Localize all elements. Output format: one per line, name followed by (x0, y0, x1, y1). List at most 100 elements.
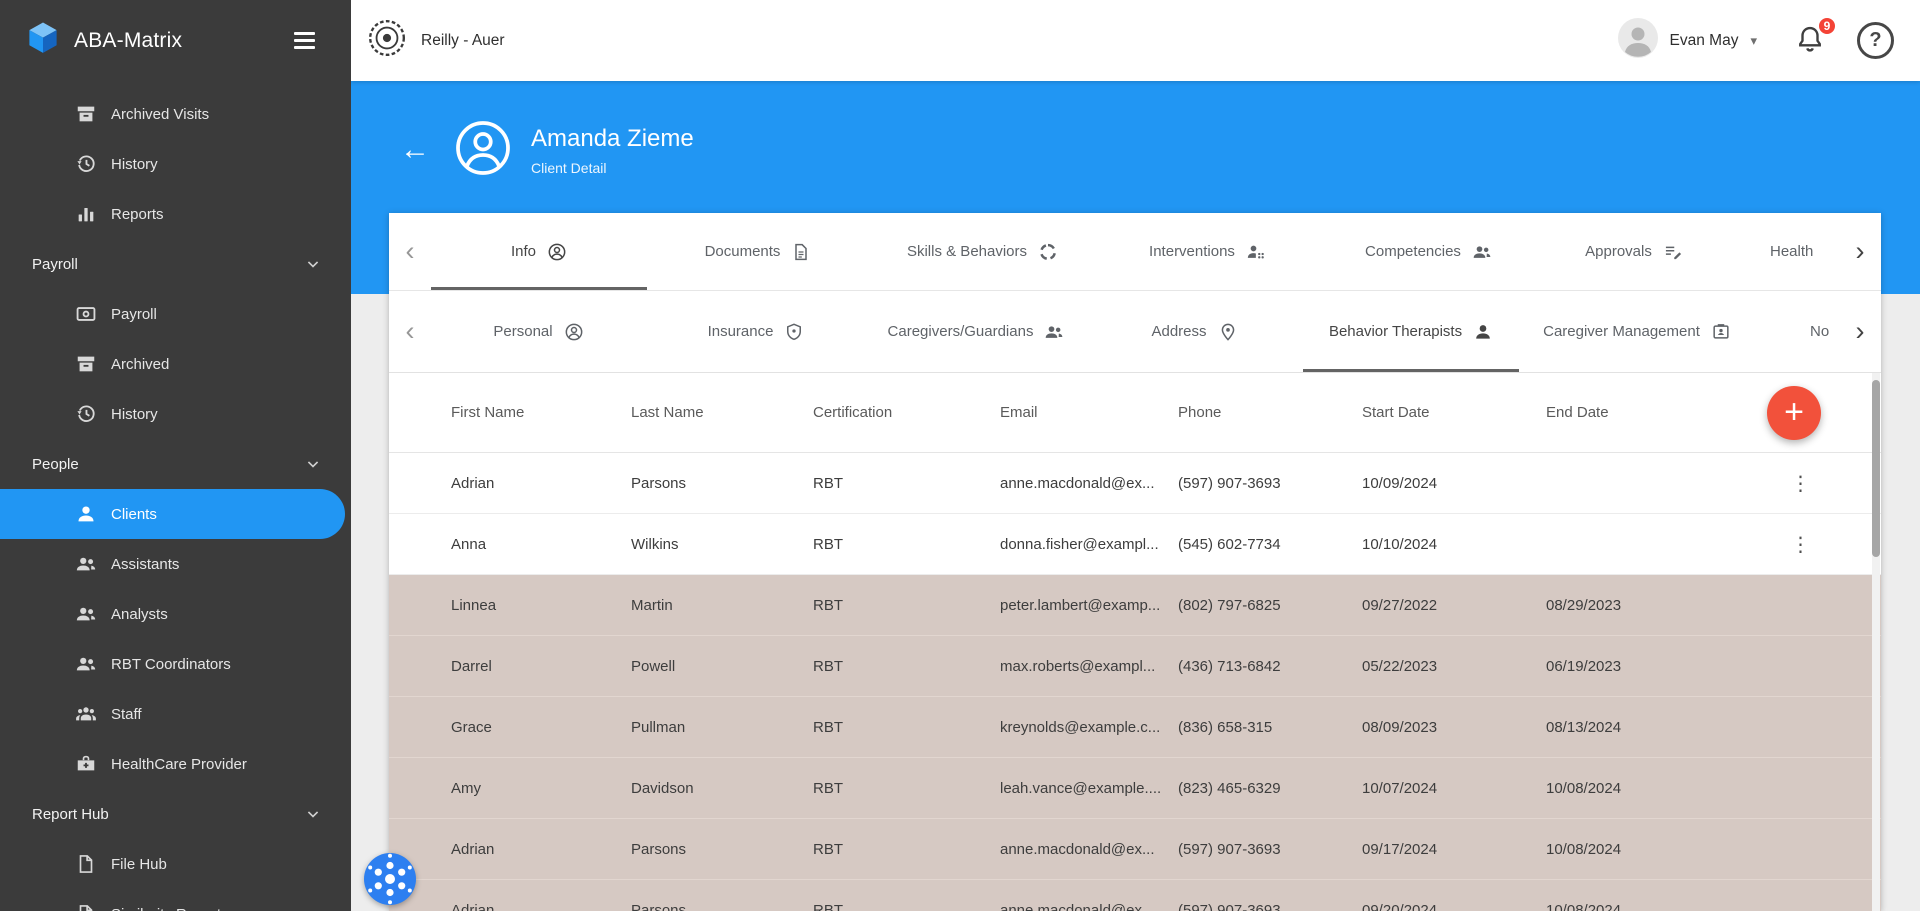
tab-info[interactable]: Info (431, 213, 647, 290)
subtab-caregivers-guardians[interactable]: Caregivers/Guardians (866, 291, 1086, 372)
subtab-address[interactable]: Address (1086, 291, 1303, 372)
table-row[interactable]: Grace Pullman RBT kreynolds@example.c...… (389, 697, 1881, 758)
cell-end-date: 08/29/2023 (1546, 596, 1622, 614)
main-tab-bar: ‹ Info Documents Skills & Behaviors Inte… (389, 213, 1881, 291)
sidebar-item-label: Archived (111, 355, 170, 373)
cell-certification: RBT (813, 535, 843, 553)
sidebar-item-similarity-report[interactable]: Similarity Report (0, 889, 351, 911)
payments-icon (74, 303, 98, 325)
sidebar-item-history[interactable]: History (0, 139, 351, 189)
subtab-insurance[interactable]: Insurance (646, 291, 866, 372)
table-row[interactable]: Linnea Martin RBT peter.lambert@examp...… (389, 575, 1881, 636)
bar-chart-icon (74, 203, 98, 225)
organization-name: Reilly - Auer (421, 31, 505, 49)
sidebar-item-rbt-coordinators[interactable]: RBT Coordinators (0, 639, 351, 689)
sidebar-item-file-hub[interactable]: File Hub (0, 839, 351, 889)
subtabs-scroll-right-button[interactable]: › (1839, 291, 1881, 372)
person-icon (1473, 322, 1493, 342)
tabs-scroll-left-button[interactable]: ‹ (389, 213, 431, 290)
chat-widget-button[interactable] (362, 851, 418, 907)
menu-icon[interactable] (290, 28, 319, 52)
table-row[interactable]: Darrel Powell RBT max.roberts@exampl... … (389, 636, 1881, 697)
subtab-personal[interactable]: Personal (431, 291, 646, 372)
col-first-name: First Name (451, 404, 525, 421)
cell-phone: (823) 465-6329 (1178, 779, 1281, 797)
cell-email: anne.macdonald@ex... (1000, 474, 1155, 492)
sidebar-item-healthcare-provider[interactable]: HealthCare Provider (0, 739, 351, 789)
cell-end-date: 06/19/2023 (1546, 657, 1622, 675)
sidebar-section-people[interactable]: People (0, 439, 351, 489)
cell-start-date: 10/09/2024 (1362, 474, 1438, 492)
table-row[interactable]: Adrian Parsons RBT anne.macdonald@ex... … (389, 880, 1881, 911)
table-row[interactable]: Amy Davidson RBT leah.vance@example.... … (389, 758, 1881, 819)
chevron-down-icon: ▾ (1750, 32, 1757, 48)
active-tab-indicator (431, 287, 647, 290)
tab-label: Skills & Behaviors (906, 243, 1028, 260)
tab-health[interactable]: Health (1730, 213, 1851, 290)
cell-first-name: Grace (451, 718, 492, 736)
sub-tabs: Personal Insurance Caregivers/Guardians (431, 291, 1851, 372)
sidebar-item-analysts[interactable]: Analysts (0, 589, 351, 639)
sidebar-section-payroll[interactable]: Payroll (0, 239, 351, 289)
col-end-date: End Date (1546, 404, 1609, 421)
cell-start-date: 09/20/2024 (1362, 901, 1438, 911)
person-circle-icon (564, 322, 584, 342)
tabs-scroll-right-button[interactable]: › (1839, 213, 1881, 290)
sidebar-item-clients[interactable]: Clients (0, 489, 345, 539)
notifications-button[interactable]: 9 (1791, 16, 1837, 61)
sidebar-item-payroll[interactable]: Payroll (0, 289, 351, 339)
user-avatar (1617, 18, 1658, 63)
row-menu-button[interactable]: ⋮ (1783, 465, 1819, 501)
sidebar-item-archived-visits[interactable]: Archived Visits (0, 89, 351, 139)
client-header: ← Amanda Zieme Client Detail (395, 111, 694, 189)
tab-label: Competencies (1365, 243, 1461, 260)
tab-label: Personal (493, 323, 553, 340)
table-row[interactable]: Adrian Parsons RBT anne.macdonald@ex... … (389, 819, 1881, 880)
tab-label: Health (1770, 243, 1814, 260)
cell-end-date: 10/08/2024 (1546, 779, 1622, 797)
cell-last-name: Davidson (631, 779, 694, 797)
tab-competencies[interactable]: Competencies (1319, 213, 1538, 290)
cell-start-date: 08/09/2023 (1362, 718, 1438, 736)
sidebar-item-assistants[interactable]: Assistants (0, 539, 351, 589)
table-row[interactable]: Adrian Parsons RBT anne.macdonald@ex... … (389, 453, 1881, 514)
cell-email: peter.lambert@examp... (1000, 596, 1161, 614)
sidebar-item-label: Archived Visits (111, 105, 210, 123)
table-row[interactable]: Anna Wilkins RBT donna.fisher@exampl... … (389, 514, 1881, 575)
user-menu[interactable]: Evan May ▾ (1612, 17, 1763, 64)
active-tab-indicator (1303, 369, 1519, 372)
sidebar-section-report-hub[interactable]: Report Hub (0, 789, 351, 839)
cell-start-date: 10/10/2024 (1362, 535, 1438, 553)
scrollbar-thumb[interactable] (1872, 380, 1880, 557)
sidebar-item-payroll-history[interactable]: History (0, 389, 351, 439)
sidebar-item-label: File Hub (111, 855, 167, 873)
document-icon (791, 242, 811, 262)
people-icon (1472, 242, 1492, 262)
back-button[interactable]: ← (395, 130, 435, 170)
sidebar-item-reports[interactable]: Reports (0, 189, 351, 239)
chevron-down-icon (303, 254, 323, 274)
cell-first-name: Adrian (451, 901, 495, 911)
behavior-therapists-table: First Name Last Name Certification Email… (389, 373, 1881, 911)
sidebar-item-staff[interactable]: Staff (0, 689, 351, 739)
sidebar-item-archived[interactable]: Archived (0, 339, 351, 389)
organization-seal-icon (367, 18, 407, 63)
tab-approvals[interactable]: Approvals (1538, 213, 1730, 290)
tab-documents[interactable]: Documents (647, 213, 869, 290)
tab-label: Documents (704, 243, 781, 260)
tab-label: Address (1151, 323, 1207, 340)
row-menu-button[interactable]: ⋮ (1783, 526, 1819, 562)
tab-label: Caregivers/Guardians (887, 323, 1034, 340)
subtabs-scroll-left-button[interactable]: ‹ (389, 291, 431, 372)
tab-label: Caregiver Management (1543, 323, 1700, 340)
tab-skills-behaviors[interactable]: Skills & Behaviors (869, 213, 1096, 290)
subtab-behavior-therapists[interactable]: Behavior Therapists (1303, 291, 1519, 372)
tab-interventions[interactable]: Interventions (1096, 213, 1319, 290)
help-button[interactable]: ? (1857, 22, 1894, 59)
client-meta: Amanda Zieme Client Detail (531, 125, 694, 176)
subtab-notes[interactable]: No (1755, 291, 1851, 372)
cell-certification: RBT (813, 657, 843, 675)
add-therapist-button[interactable]: + (1767, 386, 1821, 440)
tab-label: Info (510, 243, 537, 260)
subtab-caregiver-management[interactable]: Caregiver Management (1519, 291, 1755, 372)
